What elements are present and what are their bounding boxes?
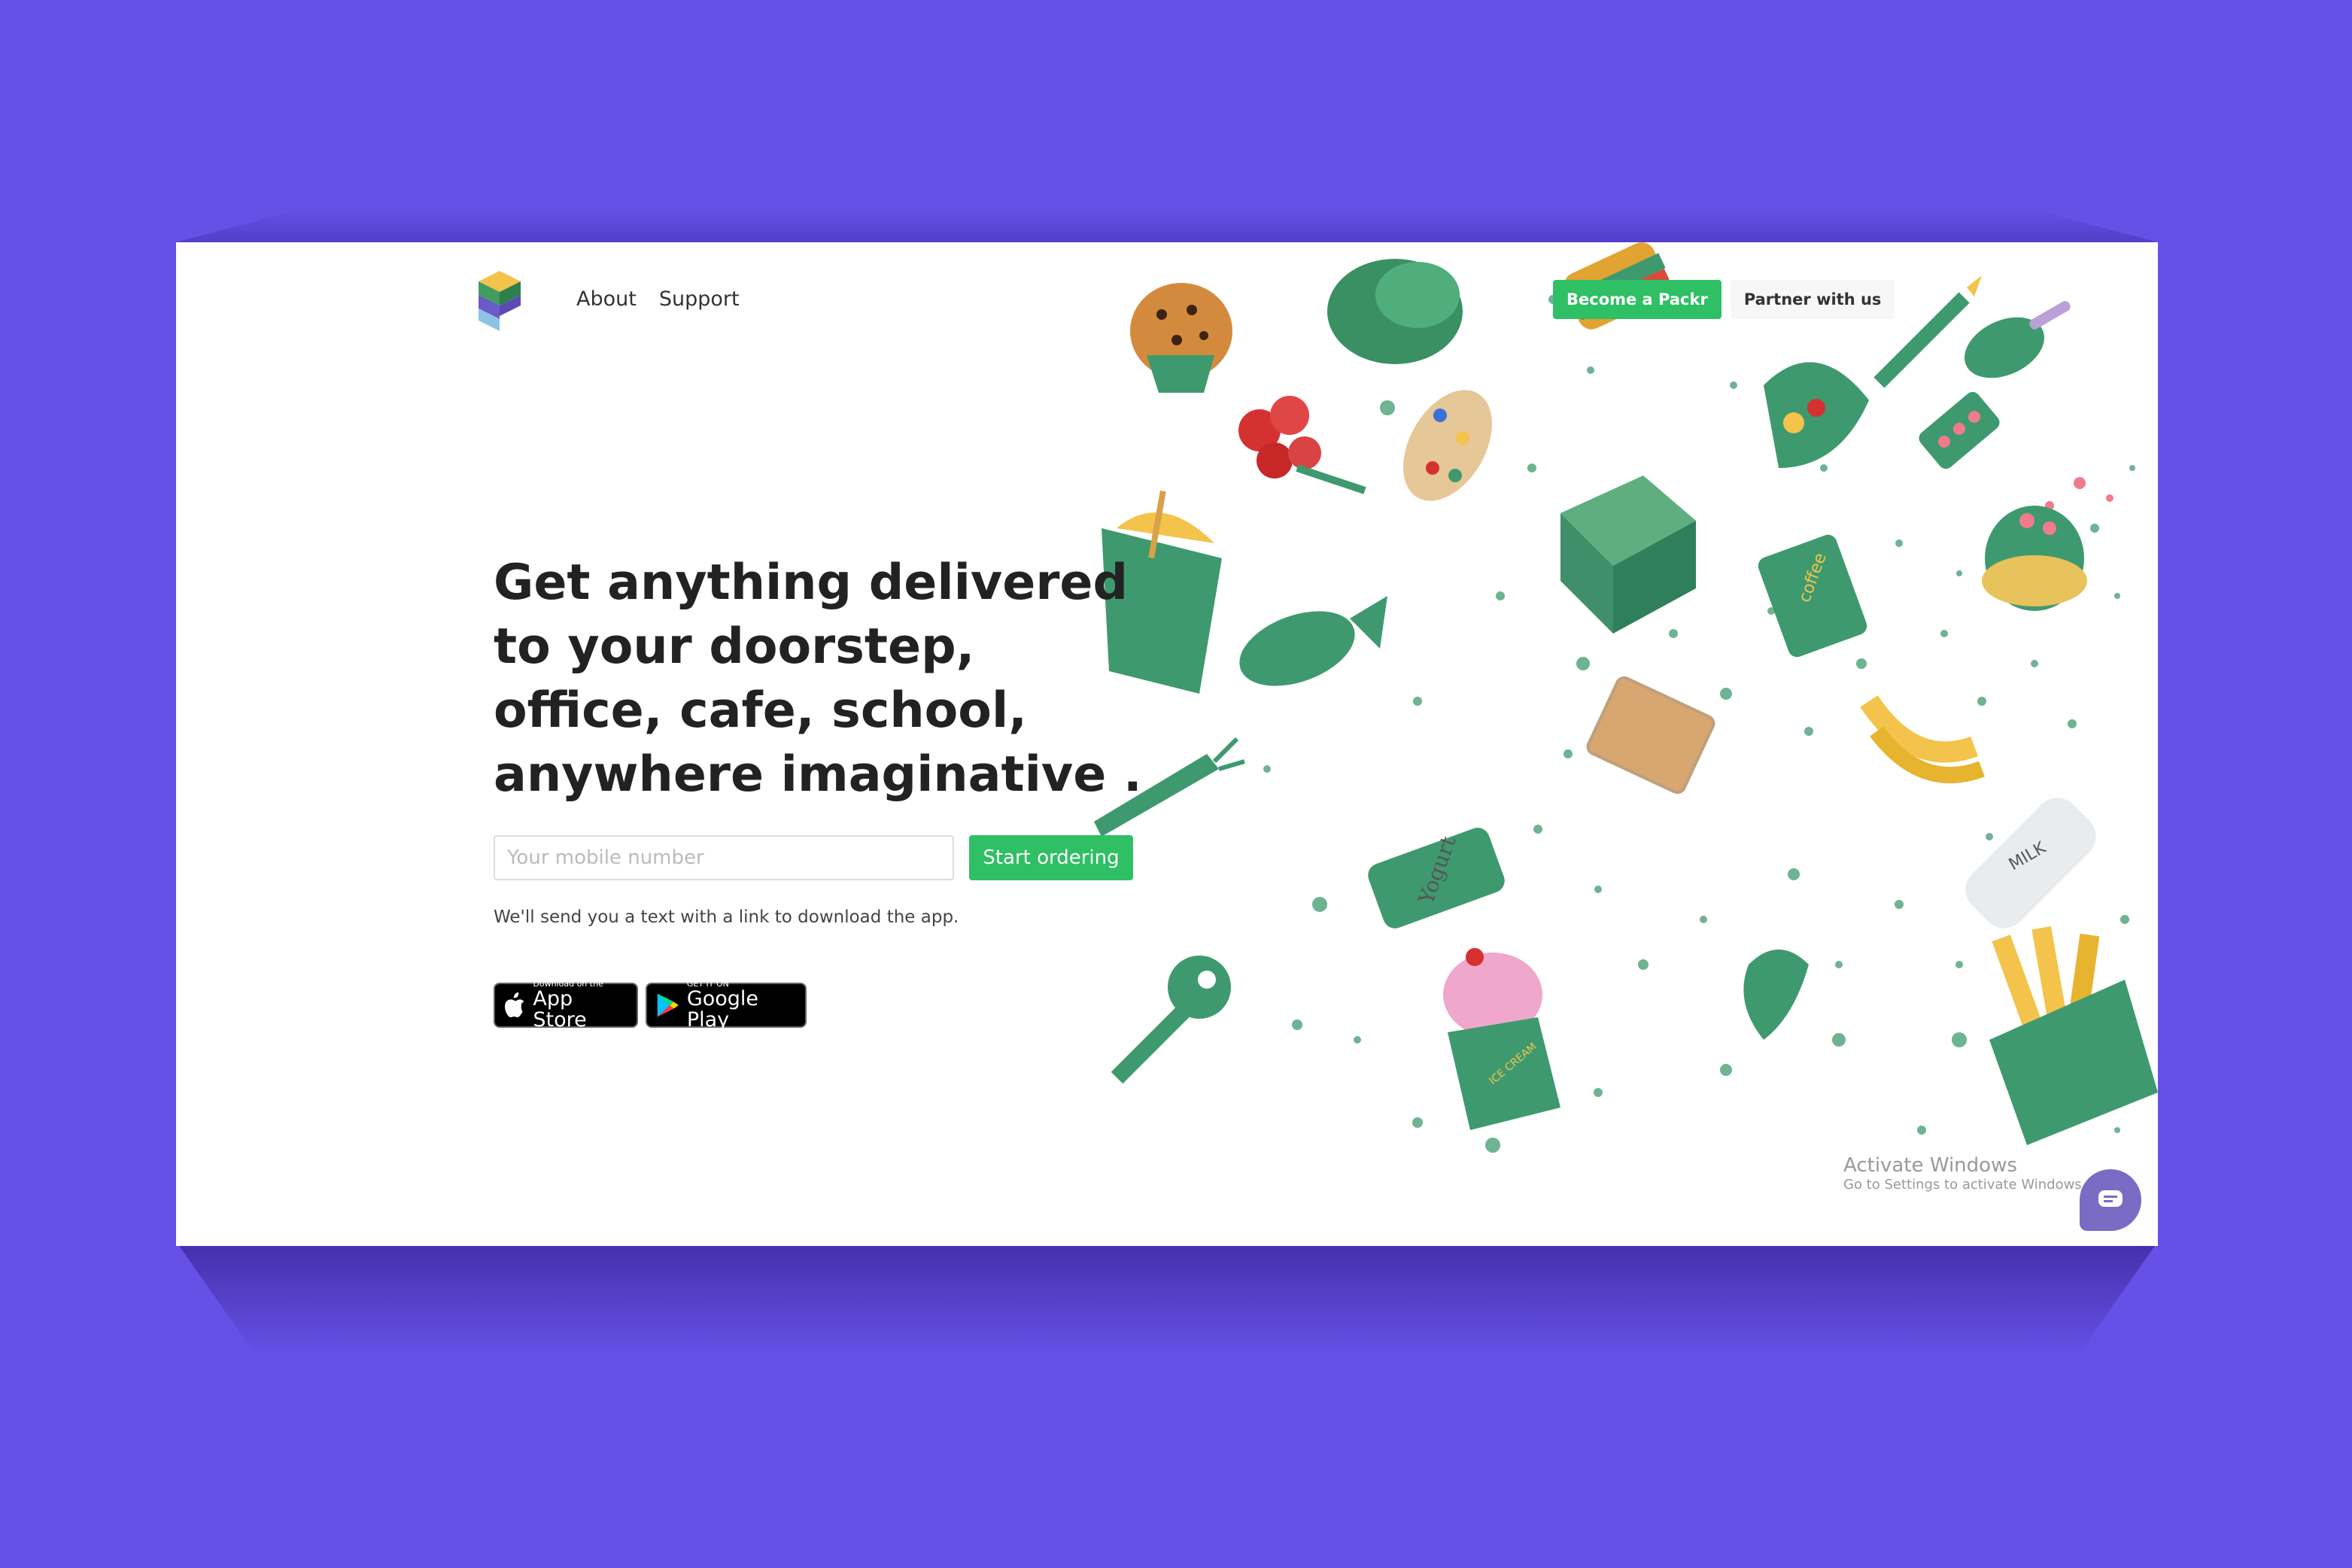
nav-about[interactable]: About xyxy=(576,287,637,311)
hero-line-1: Get anything delivered xyxy=(494,555,1129,611)
salad-leaf-icon xyxy=(1743,950,1809,1040)
coffee-cup-icon: coffee xyxy=(1758,534,1867,658)
chicken-leg-icon xyxy=(1965,301,2071,378)
cake-icon xyxy=(1982,506,2087,611)
confetti-pink-dots xyxy=(2045,477,2113,510)
watermark-title: Activate Windows xyxy=(1843,1154,2017,1177)
browser-screenshot: About Support coffee Yogurt MILK ICE CRE… xyxy=(176,242,2158,1246)
download-hint: We'll send you a text with a link to dow… xyxy=(494,907,959,927)
windows-activation-watermark: Activate Windows Go to Settings to activ… xyxy=(1843,1154,2086,1193)
google-play-text: GET IT ON Google Play xyxy=(687,980,796,1031)
apple-icon xyxy=(504,992,524,1018)
watermark-subtitle: Go to Settings to activate Windows. xyxy=(1843,1177,2086,1193)
chat-launcher-button[interactable] xyxy=(2080,1169,2141,1231)
hero-line-3: office, cafe, school, xyxy=(494,682,1027,739)
hero-line-2: to your doorstep, xyxy=(494,618,975,675)
google-play-big: Google Play xyxy=(686,987,759,1032)
frame-bottom-shadow xyxy=(176,1241,2158,1354)
google-play-badge[interactable]: GET IT ON Google Play xyxy=(646,980,807,1031)
bananas-icon xyxy=(1860,695,1985,784)
nav-support[interactable]: Support xyxy=(659,287,740,311)
app-store-text: Download on the App Store xyxy=(533,980,628,1031)
partner-button[interactable]: Partner with us xyxy=(1730,280,1895,319)
app-store-big: App Store xyxy=(533,987,587,1032)
mobile-number-input[interactable] xyxy=(494,835,954,880)
yogurt-bottle-icon: Yogurt xyxy=(1368,828,1505,928)
chat-icon xyxy=(2098,1190,2123,1207)
hero-title: Get anything delivered to your doorstep,… xyxy=(494,551,1321,807)
pills-icon xyxy=(1919,391,2000,469)
frame-top-shadow xyxy=(176,211,2158,242)
taco-icon xyxy=(1764,362,1869,468)
become-packr-button[interactable]: Become a Packr xyxy=(1553,280,1721,319)
lettuce-icon xyxy=(1327,259,1463,364)
cookie-icon xyxy=(1130,283,1232,393)
header-actions: Become a Packr Partner with us xyxy=(1553,280,1895,319)
ice-cream-icon: ICE CREAM xyxy=(1443,948,1560,1130)
box-icon xyxy=(1560,476,1696,634)
store-badges: Download on the App Store GET IT ON Goog… xyxy=(494,980,807,1031)
packr-logo-icon[interactable] xyxy=(479,271,521,331)
app-store-badge[interactable]: Download on the App Store xyxy=(494,980,638,1031)
palette-icon xyxy=(1403,390,1492,501)
flowers-icon xyxy=(1238,396,1366,494)
fries-icon xyxy=(1989,925,2158,1145)
key-icon xyxy=(1111,956,1231,1084)
start-ordering-button[interactable]: Start ordering xyxy=(969,835,1133,880)
main-nav: About Support xyxy=(576,287,740,311)
milk-bottle-icon: MILK xyxy=(1965,798,2096,928)
hero-line-4: anywhere imaginative . xyxy=(494,746,1142,803)
google-play-icon xyxy=(657,993,679,1017)
bread-icon xyxy=(1586,676,1715,795)
